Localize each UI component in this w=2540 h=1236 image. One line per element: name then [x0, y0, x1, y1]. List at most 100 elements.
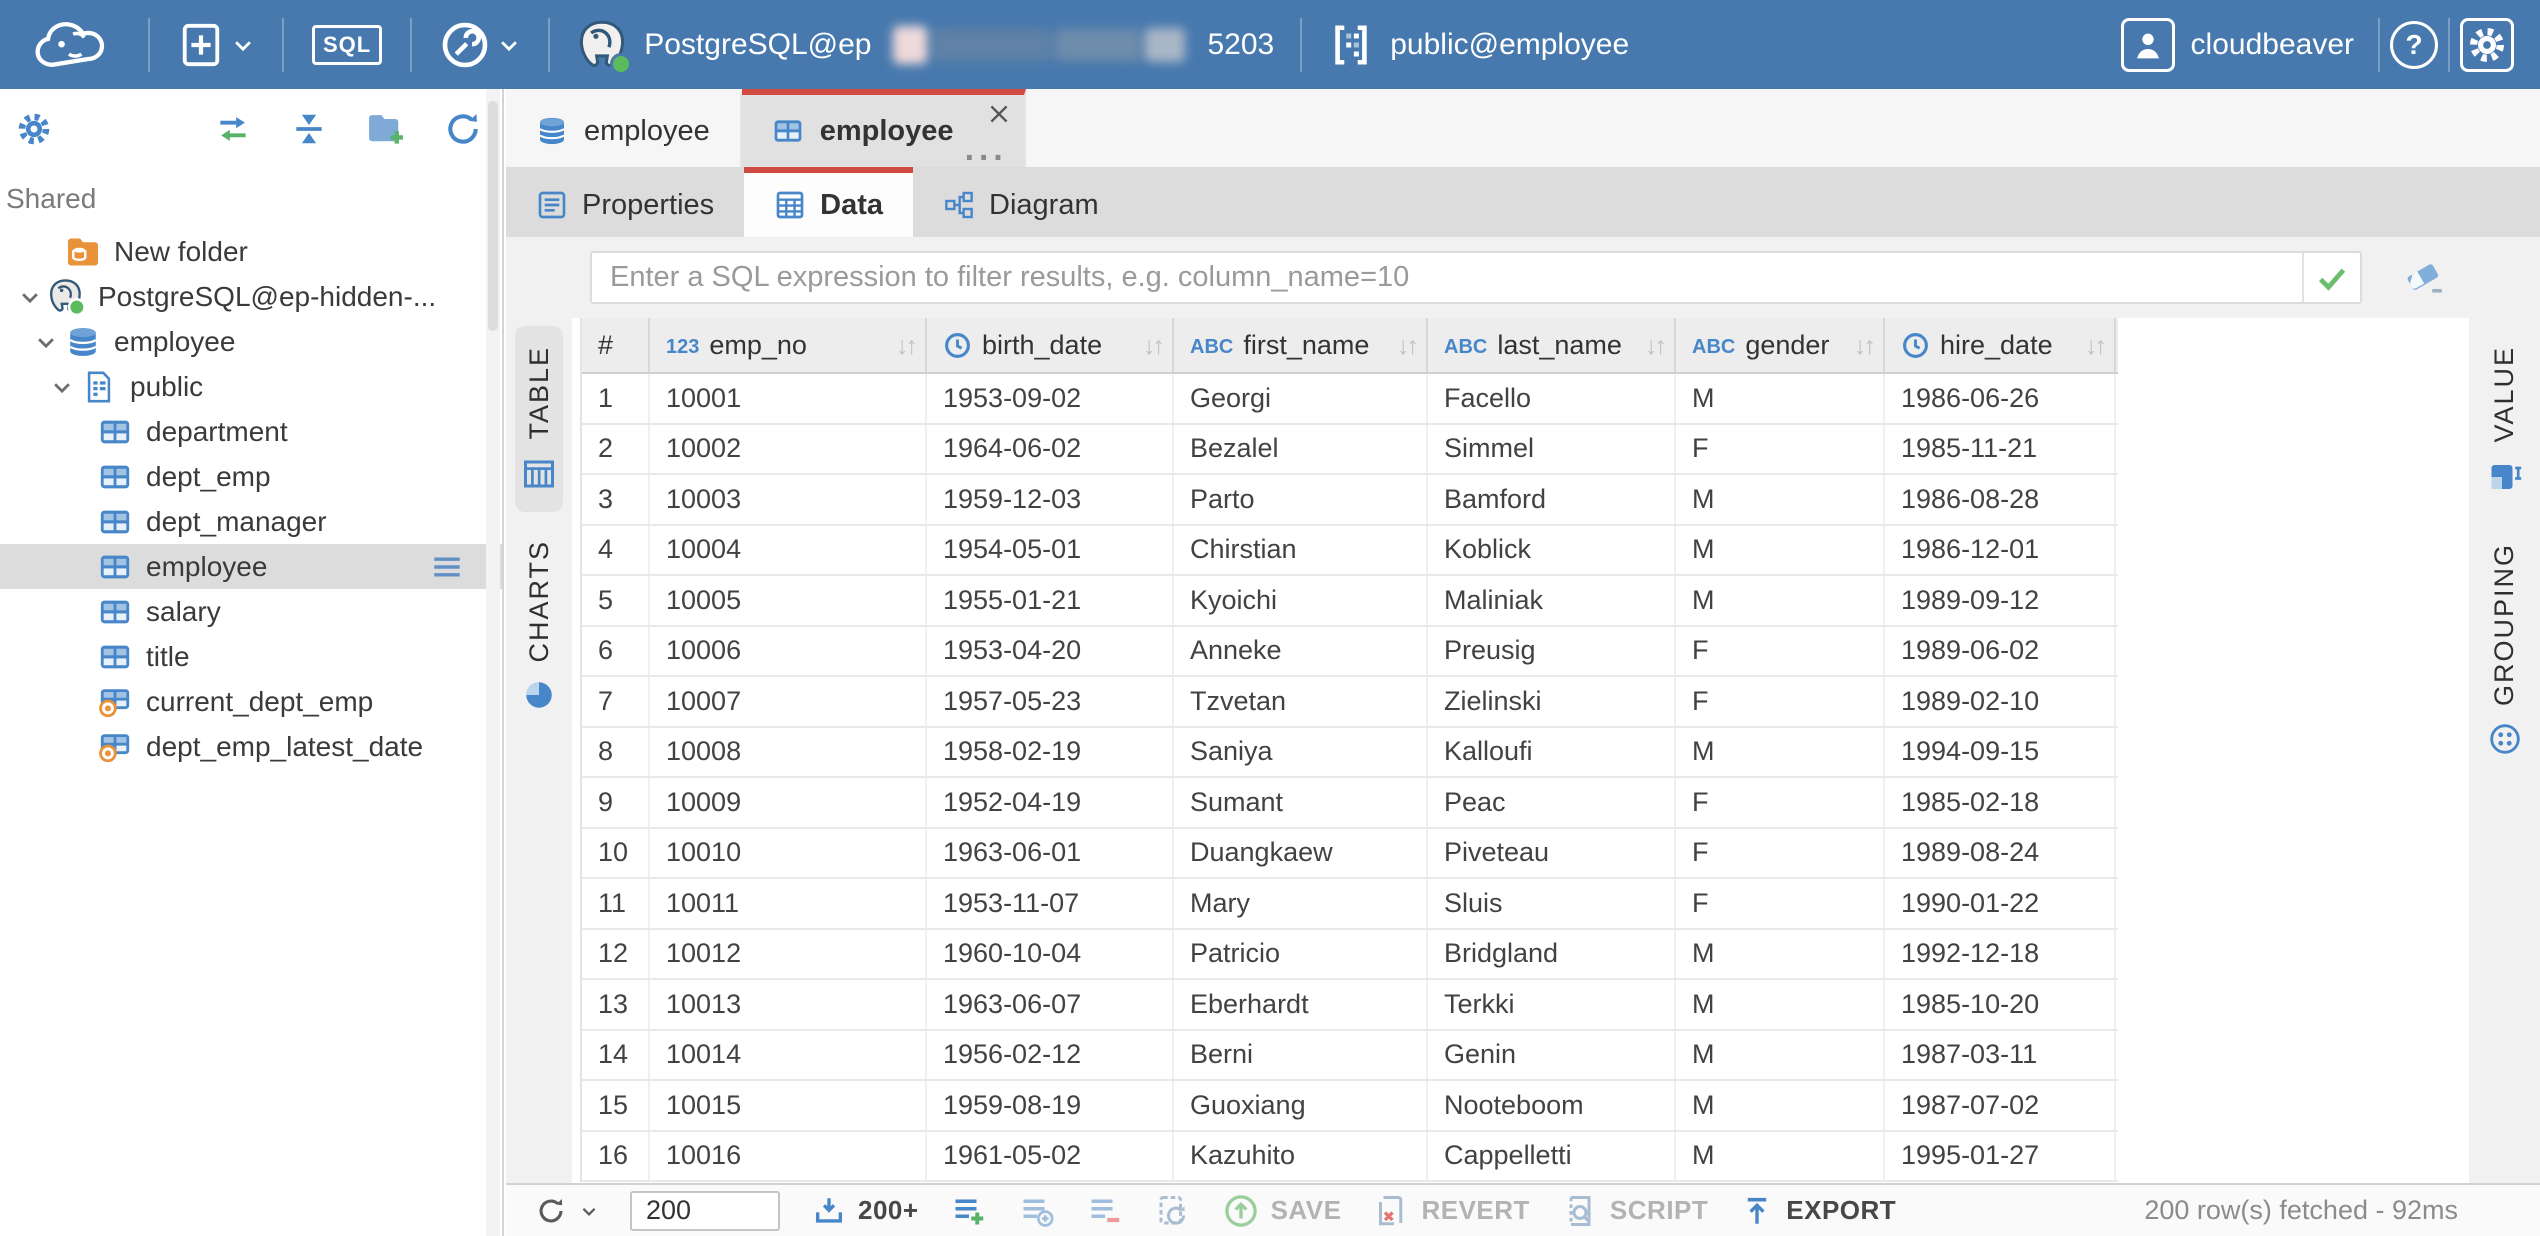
- grid-cell-last_name[interactable]: Maliniak: [1428, 576, 1676, 625]
- row-number-cell[interactable]: 13: [582, 980, 650, 1029]
- grid-cell-last_name[interactable]: Kalloufi: [1428, 728, 1676, 777]
- refresh-button[interactable]: [444, 110, 482, 148]
- grid-cell-first_name[interactable]: Eberhardt: [1174, 980, 1428, 1029]
- grid-cell-last_name[interactable]: Simmel: [1428, 425, 1676, 474]
- script-button[interactable]: SCRIPT: [1562, 1193, 1708, 1229]
- grid-cell-last_name[interactable]: Preusig: [1428, 627, 1676, 676]
- refresh-document-button[interactable]: [1155, 1193, 1191, 1229]
- grid-cell-hire_date[interactable]: 1992-12-18: [1885, 930, 2116, 979]
- grid-cell-birth_date[interactable]: 1960-10-04: [927, 930, 1174, 979]
- row-number-cell[interactable]: 1: [582, 374, 650, 423]
- grid-cell-first_name[interactable]: Anneke: [1174, 627, 1428, 676]
- grid-cell-hire_date[interactable]: 1989-02-10: [1885, 677, 2116, 726]
- row-number-cell[interactable]: 12: [582, 930, 650, 979]
- driver-manager-button[interactable]: [422, 0, 538, 89]
- tree-item-dept-manager[interactable]: dept_manager: [0, 499, 502, 544]
- grid-cell-birth_date[interactable]: 1959-08-19: [927, 1081, 1174, 1130]
- grid-cell-emp_no[interactable]: 10013: [650, 980, 927, 1029]
- grid-cell-birth_date[interactable]: 1953-04-20: [927, 627, 1174, 676]
- tab-diagram[interactable]: Diagram: [913, 167, 1129, 237]
- grid-cell-hire_date[interactable]: 1990-01-22: [1885, 879, 2116, 928]
- add-row-button[interactable]: [951, 1193, 987, 1229]
- row-number-cell[interactable]: 10: [582, 829, 650, 878]
- new-connection-button[interactable]: [160, 0, 272, 89]
- row-number-cell[interactable]: 7: [582, 677, 650, 726]
- grid-cell-emp_no[interactable]: 10006: [650, 627, 927, 676]
- schema-selector[interactable]: public@employee: [1312, 0, 1645, 89]
- navigator-settings-button[interactable]: [16, 111, 52, 147]
- grid-cell-gender[interactable]: M: [1676, 576, 1885, 625]
- row-number-cell[interactable]: 11: [582, 879, 650, 928]
- grid-cell-last_name[interactable]: Sluis: [1428, 879, 1676, 928]
- row-number-cell[interactable]: 2: [582, 425, 650, 474]
- grid-cell-gender[interactable]: M: [1676, 526, 1885, 575]
- export-button[interactable]: EXPORT: [1740, 1194, 1896, 1228]
- tree-item-salary[interactable]: salary: [0, 589, 502, 634]
- grid-cell-gender[interactable]: F: [1676, 627, 1885, 676]
- grid-cell-first_name[interactable]: Chirstian: [1174, 526, 1428, 575]
- grid-cell-first_name[interactable]: Kyoichi: [1174, 576, 1428, 625]
- grid-cell-gender[interactable]: M: [1676, 1081, 1885, 1130]
- tree-item-title[interactable]: title: [0, 634, 502, 679]
- grid-cell-birth_date[interactable]: 1963-06-07: [927, 980, 1174, 1029]
- fetch-more-button[interactable]: 200+: [812, 1194, 919, 1228]
- sort-icon[interactable]: ↓↑: [2085, 330, 2104, 361]
- column-header-emp_no[interactable]: 123emp_no↓↑: [650, 318, 927, 372]
- row-number-cell[interactable]: 16: [582, 1132, 650, 1181]
- column-header-last_name[interactable]: ABClast_name↓↑: [1428, 318, 1676, 372]
- grid-cell-first_name[interactable]: Tzvetan: [1174, 677, 1428, 726]
- grid-cell-birth_date[interactable]: 1956-02-12: [927, 1031, 1174, 1080]
- grid-cell-first_name[interactable]: Patricio: [1174, 930, 1428, 979]
- grid-cell-first_name[interactable]: Guoxiang: [1174, 1081, 1428, 1130]
- grid-cell-gender[interactable]: M: [1676, 1132, 1885, 1181]
- grid-cell-hire_date[interactable]: 1985-02-18: [1885, 778, 2116, 827]
- row-number-cell[interactable]: 14: [582, 1031, 650, 1080]
- sql-filter-input[interactable]: Enter a SQL expression to filter results…: [590, 251, 2362, 304]
- help-button[interactable]: ?: [2390, 21, 2438, 69]
- grid-cell-emp_no[interactable]: 10010: [650, 829, 927, 878]
- grid-cell-birth_date[interactable]: 1952-04-19: [927, 778, 1174, 827]
- row-number-cell[interactable]: 15: [582, 1081, 650, 1130]
- tab-properties[interactable]: Properties: [506, 167, 744, 237]
- grid-cell-first_name[interactable]: Duangkaew: [1174, 829, 1428, 878]
- grid-cell-emp_no[interactable]: 10012: [650, 930, 927, 979]
- column-header-gender[interactable]: ABCgender↓↑: [1676, 318, 1885, 372]
- grid-cell-last_name[interactable]: Nooteboom: [1428, 1081, 1676, 1130]
- grid-cell-first_name[interactable]: Georgi: [1174, 374, 1428, 423]
- tree-item-menu-icon[interactable]: [430, 550, 464, 591]
- grid-cell-gender[interactable]: M: [1676, 1031, 1885, 1080]
- revert-button[interactable]: REVERT: [1373, 1193, 1529, 1229]
- grid-cell-gender[interactable]: F: [1676, 879, 1885, 928]
- column-header-birth_date[interactable]: birth_date↓↑: [927, 318, 1174, 372]
- chevron-down-icon[interactable]: [28, 331, 64, 353]
- duplicate-row-button[interactable]: [1019, 1193, 1055, 1229]
- tab-employee-table[interactable]: employee ···: [742, 89, 1026, 167]
- close-tab-icon[interactable]: [986, 101, 1012, 127]
- grid-cell-hire_date[interactable]: 1989-08-24: [1885, 829, 2116, 878]
- grid-cell-emp_no[interactable]: 10015: [650, 1081, 927, 1130]
- grid-cell-emp_no[interactable]: 10005: [650, 576, 927, 625]
- grid-cell-emp_no[interactable]: 10004: [650, 526, 927, 575]
- sort-icon[interactable]: ↓↑: [1645, 330, 1664, 361]
- grid-cell-emp_no[interactable]: 10014: [650, 1031, 927, 1080]
- panel-tab-grouping[interactable]: GROUPING: [2482, 523, 2528, 776]
- grid-cell-last_name[interactable]: Genin: [1428, 1031, 1676, 1080]
- grid-cell-hire_date[interactable]: 1986-08-28: [1885, 475, 2116, 524]
- grid-cell-gender[interactable]: F: [1676, 829, 1885, 878]
- panel-tab-value[interactable]: VALUE: [2481, 326, 2529, 515]
- grid-cell-hire_date[interactable]: 1989-09-12: [1885, 576, 2116, 625]
- connection-selector[interactable]: PostgreSQL@ep 5203: [560, 0, 1290, 89]
- grid-cell-birth_date[interactable]: 1964-06-02: [927, 425, 1174, 474]
- save-button[interactable]: SAVE: [1223, 1193, 1342, 1229]
- sidebar-scrollbar[interactable]: [486, 89, 500, 1236]
- grid-cell-birth_date[interactable]: 1963-06-01: [927, 829, 1174, 878]
- grid-cell-last_name[interactable]: Facello: [1428, 374, 1676, 423]
- grid-cell-birth_date[interactable]: 1955-01-21: [927, 576, 1174, 625]
- grid-cell-gender[interactable]: M: [1676, 930, 1885, 979]
- grid-cell-emp_no[interactable]: 10007: [650, 677, 927, 726]
- tree-item-postgresql-ep-hidden[interactable]: PostgreSQL@ep-hidden-...: [0, 274, 502, 319]
- grid-cell-emp_no[interactable]: 10003: [650, 475, 927, 524]
- link-with-editor-button[interactable]: [214, 110, 252, 148]
- tree-item-new-folder[interactable]: New folder: [0, 229, 502, 274]
- grid-cell-emp_no[interactable]: 10009: [650, 778, 927, 827]
